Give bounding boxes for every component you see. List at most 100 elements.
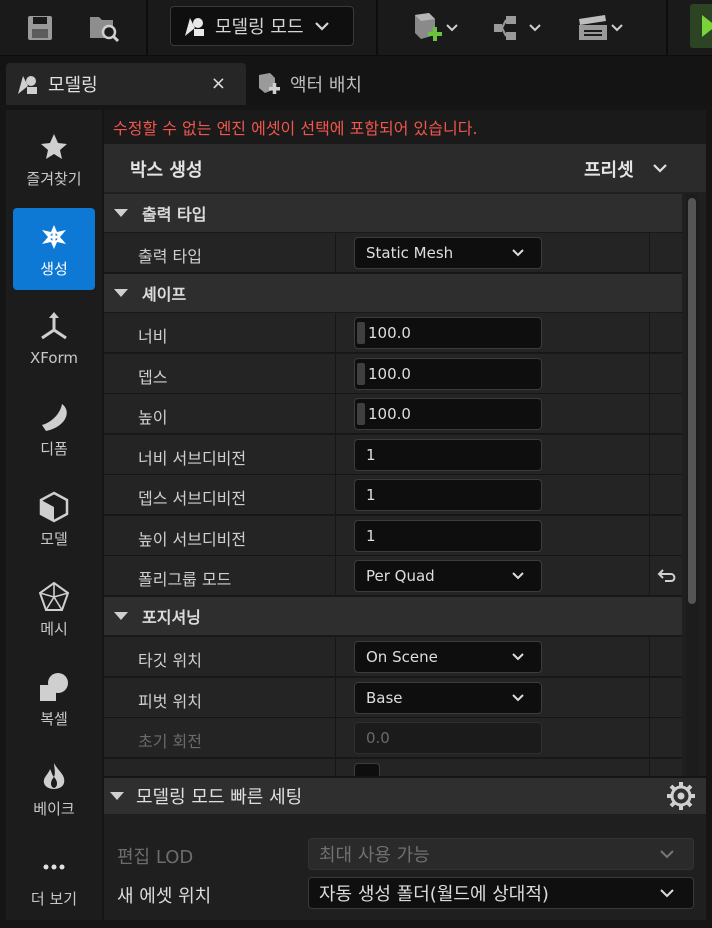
property-row: [104, 759, 682, 776]
quick-settings-panel: 모델링 모드 빠른 세팅 편집 LOD 최대 사용 가능 새 에셋 위치 자동 …: [104, 778, 706, 920]
property-name: 너비: [138, 327, 168, 346]
browse-content-button[interactable]: [84, 8, 124, 48]
pivot-location-dropdown[interactable]: Base: [354, 682, 542, 714]
play-button[interactable]: [690, 4, 712, 48]
palette-bake[interactable]: 베이크: [13, 748, 95, 830]
palette-label: 복셀: [40, 709, 68, 728]
checkbox[interactable]: [354, 763, 380, 776]
new-asset-location-dropdown[interactable]: 자동 생성 폴더(월드에 상대적): [308, 877, 694, 909]
tool-panel: 수정할 수 없는 엔진 에셋이 선택에 포함되어 있습니다. 박스 생성 프리셋…: [104, 110, 706, 776]
palette-label: 생성: [40, 259, 68, 278]
palette-create[interactable]: 생성: [13, 208, 95, 290]
mode-select-label: 모델링 모드: [215, 17, 304, 38]
close-icon[interactable]: ×: [211, 73, 226, 94]
depth-subdivisions-input[interactable]: 1: [354, 479, 542, 511]
input-value: 100.0: [368, 365, 411, 383]
property-row: 피벗 위치 Base: [104, 678, 682, 718]
section-shape[interactable]: 셰이프: [104, 274, 682, 312]
height-input[interactable]: 100.0: [354, 398, 542, 430]
input-value: 0.0: [366, 729, 390, 747]
add-actor-button[interactable]: [402, 8, 466, 48]
palette-mesh[interactable]: 메시: [13, 568, 95, 650]
bake-icon: [43, 762, 65, 789]
palette-model[interactable]: 모델: [13, 478, 95, 560]
palette-label: 즐겨찾기: [26, 169, 82, 188]
property-name: 뎁스: [138, 368, 168, 387]
target-location-dropdown[interactable]: On Scene: [354, 641, 542, 673]
palette-label: 모델: [40, 529, 68, 548]
browse-content-icon: [90, 17, 120, 43]
xform-icon: [41, 312, 67, 340]
chevron-down-icon: [446, 24, 458, 32]
section-label: 출력 타입: [142, 205, 207, 224]
dropdown-value: Base: [366, 689, 403, 707]
property-name: 너비 서브디비전: [138, 449, 247, 468]
palette-favorites[interactable]: 즐겨찾기: [13, 118, 95, 200]
quick-settings-title: 모델링 모드 빠른 세팅: [136, 787, 303, 808]
deform-icon: [42, 403, 67, 431]
preset-button[interactable]: 프리셋: [584, 156, 634, 182]
gear-icon[interactable]: [666, 781, 696, 811]
polygroup-mode-dropdown[interactable]: Per Quad: [354, 560, 542, 592]
chevron-down-icon: [611, 24, 623, 32]
palette-label: 디폼: [40, 439, 68, 458]
input-value: 100.0: [368, 405, 411, 423]
property-row: 뎁스 100.0: [104, 354, 682, 394]
collapse-arrow-icon: [114, 612, 128, 620]
palette-xform[interactable]: XForm: [13, 298, 95, 380]
dropdown-value: Static Mesh: [366, 244, 454, 262]
scrollbar-thumb[interactable]: [688, 198, 696, 604]
scrollbar[interactable]: [686, 194, 698, 776]
cinematics-icon: [579, 15, 607, 40]
more-icon: [43, 864, 65, 869]
palette-voxel[interactable]: 복셀: [13, 658, 95, 740]
width-subdivisions-input[interactable]: 1: [354, 439, 542, 471]
depth-input[interactable]: 100.0: [354, 358, 542, 390]
section-output-type[interactable]: 출력 타입: [104, 194, 682, 232]
section-positioning[interactable]: 포지셔닝: [104, 597, 682, 635]
property-row: 타깃 위치 On Scene: [104, 637, 682, 677]
palette-label: 더 보기: [30, 889, 78, 908]
chevron-down-icon: [512, 249, 524, 257]
chevron-down-icon[interactable]: [652, 156, 668, 180]
reset-to-default-icon[interactable]: [657, 566, 679, 586]
chevron-down-icon: [512, 572, 524, 580]
slider-handle[interactable]: [357, 403, 365, 425]
dropdown-value: 자동 생성 폴더(월드에 상대적): [319, 884, 549, 905]
cinematics-button[interactable]: [570, 8, 630, 48]
section-label: 셰이프: [142, 285, 187, 304]
chevron-down-icon: [660, 889, 674, 898]
edit-lod-label: 편집 LOD: [117, 847, 194, 868]
add-actor-icon: [415, 13, 442, 41]
tab-place-actors[interactable]: 액터 배치: [254, 63, 454, 105]
property-name: 출력 타입: [138, 247, 202, 266]
blueprint-button[interactable]: [488, 8, 546, 48]
output-type-dropdown[interactable]: Static Mesh: [354, 237, 542, 269]
create-icon: [42, 224, 66, 249]
property-name: 폴리그룹 모드: [138, 570, 232, 589]
palette-label: 메시: [40, 619, 68, 638]
property-row: 높이 서브디비전 1: [104, 516, 682, 556]
tab-modeling[interactable]: 모델링 ×: [6, 63, 246, 105]
palette-more[interactable]: 더 보기: [13, 838, 95, 920]
chevron-down-icon: [660, 850, 674, 859]
slider-handle[interactable]: [357, 322, 365, 344]
save-button[interactable]: [20, 8, 60, 48]
modeling-mode-icon: [18, 76, 37, 94]
tool-title: 박스 생성: [130, 160, 203, 181]
collapse-arrow-icon: [114, 209, 128, 217]
chevron-down-icon: [512, 694, 524, 702]
height-subdivisions-input[interactable]: 1: [354, 520, 542, 552]
slider-handle[interactable]: [357, 363, 365, 385]
chevron-down-icon: [529, 24, 541, 32]
input-value: 100.0: [368, 324, 411, 342]
palette-deform[interactable]: 디폼: [13, 388, 95, 470]
main-toolbar: 모델링 모드: [0, 0, 712, 56]
input-value: 1: [366, 527, 376, 545]
width-input[interactable]: 100.0: [354, 317, 542, 349]
input-value: 1: [366, 446, 376, 464]
quick-settings-header[interactable]: 모델링 모드 빠른 세팅: [104, 778, 706, 814]
chevron-down-icon: [512, 653, 524, 661]
mode-select[interactable]: 모델링 모드: [170, 6, 354, 46]
property-name: 높이 서브디비전: [138, 530, 247, 549]
